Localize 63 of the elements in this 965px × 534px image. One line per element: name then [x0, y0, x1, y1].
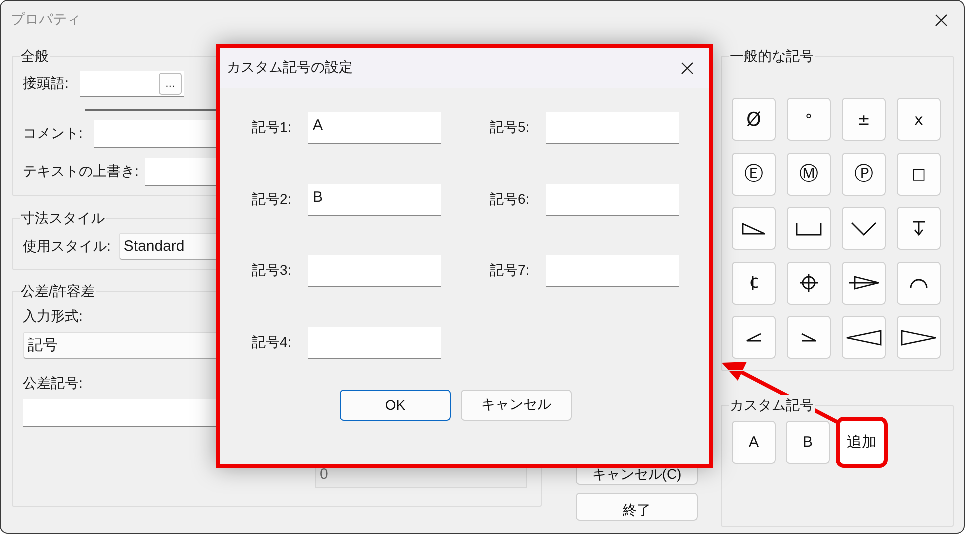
down-arrow-icon	[912, 221, 926, 236]
group-title: 公差/許容差	[20, 281, 96, 301]
close-dialog-button[interactable]: 終了	[576, 493, 698, 521]
field-label: 入力形式:	[23, 308, 83, 324]
field-label: 記号1:	[252, 119, 293, 137]
cone-icon	[848, 276, 880, 290]
angle-icon	[801, 332, 817, 342]
chevron-icon	[851, 222, 877, 236]
symbol-button[interactable]: Ⓔ	[732, 152, 776, 196]
symbol-button[interactable]	[732, 207, 776, 250]
group-title: 一般的な記号	[729, 46, 815, 66]
input-field[interactable]: A	[308, 112, 441, 144]
field-label: 記号6:	[490, 190, 531, 208]
input-field[interactable]	[546, 112, 679, 144]
input-field[interactable]	[546, 255, 679, 287]
close-button[interactable]	[935, 14, 948, 26]
right-triangle-icon	[901, 330, 937, 346]
input-field[interactable]	[308, 326, 441, 358]
ok-button[interactable]: OK	[340, 390, 451, 420]
field-label: 接頭語:	[23, 75, 69, 93]
field-label: 記号2:	[252, 190, 293, 208]
arc-icon	[909, 278, 929, 288]
symbol-button[interactable]: □	[897, 152, 941, 196]
browse-button[interactable]: …	[158, 73, 182, 95]
close-icon	[935, 14, 948, 26]
symbol-button[interactable]	[842, 316, 886, 359]
symbol-button[interactable]	[897, 316, 941, 359]
symbol-button[interactable]: ±	[842, 98, 886, 141]
field-label: コメント:	[23, 125, 83, 143]
symbol-button[interactable]	[787, 207, 831, 250]
wedge-icon	[742, 222, 766, 234]
field-label: 使用スタイル:	[23, 238, 111, 256]
input-field[interactable]: …	[80, 71, 184, 97]
crosshair-icon	[799, 273, 819, 293]
field-label: 記号4:	[252, 334, 293, 352]
centerline-icon	[748, 275, 760, 291]
symbol-button[interactable]	[897, 207, 941, 250]
field-label: 記号5:	[490, 119, 531, 137]
angle-icon	[746, 332, 762, 342]
group-title: カスタム記号	[729, 395, 815, 416]
symbol-button[interactable]: Ø	[732, 98, 776, 141]
custom-symbol-button[interactable]: A	[732, 421, 776, 464]
window-title: プロパティ	[11, 11, 81, 29]
input-field[interactable]: B	[308, 184, 441, 216]
cancel-button[interactable]: キャンセル	[461, 390, 572, 420]
dialog-title: カスタム記号の設定	[227, 59, 353, 77]
symbol-button[interactable]	[787, 262, 831, 304]
field-label: テキストの上書き:	[23, 163, 139, 181]
symbol-button[interactable]: Ⓟ	[842, 152, 886, 196]
left-triangle-icon	[846, 330, 882, 346]
symbol-button[interactable]: °	[787, 98, 831, 141]
field-label: 記号7:	[490, 262, 531, 280]
bracket-icon	[796, 222, 822, 236]
input-field[interactable]	[308, 255, 441, 287]
custom-symbol-button[interactable]: B	[786, 421, 830, 464]
field-label: 記号3:	[252, 262, 293, 280]
close-icon	[681, 62, 694, 74]
symbol-button[interactable]	[842, 262, 886, 304]
close-button[interactable]	[681, 62, 694, 74]
symbol-button[interactable]: Ⓜ	[787, 152, 831, 196]
field-label: 公差記号:	[23, 375, 83, 391]
symbol-button[interactable]: x	[897, 98, 941, 141]
input-field[interactable]	[546, 184, 679, 216]
